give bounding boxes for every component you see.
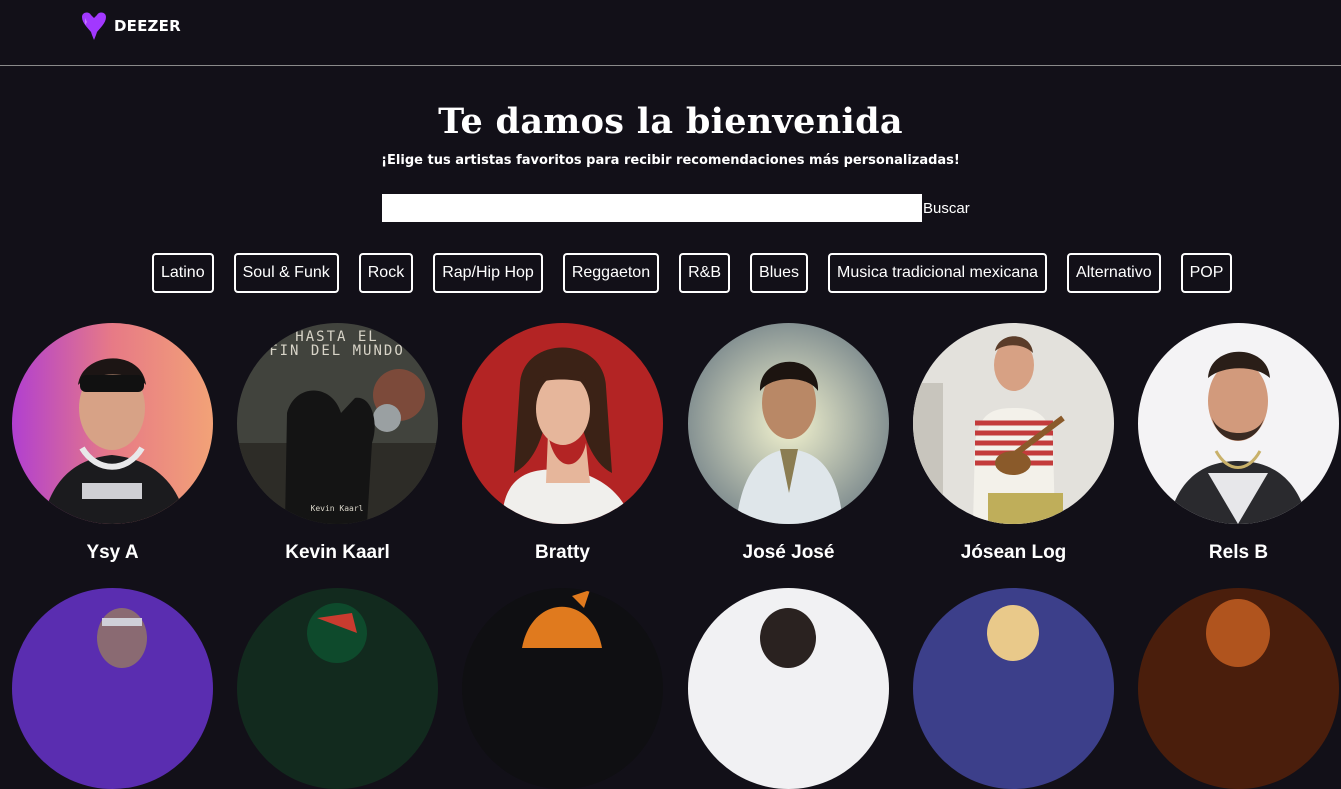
artist-card[interactable]: Jósean Log — [913, 323, 1114, 565]
genre-chip-pop[interactable]: POP — [1180, 253, 1233, 293]
genre-chip-latino[interactable]: Latino — [152, 253, 214, 293]
artist-card[interactable] — [1138, 588, 1339, 789]
genre-chip-rock[interactable]: Rock — [358, 253, 414, 293]
artist-name: Bratty — [535, 542, 590, 563]
artist-card[interactable] — [688, 588, 889, 789]
artist-name: Rels B — [1208, 542, 1269, 563]
artist-photo[interactable] — [12, 588, 213, 789]
artist-photo[interactable] — [462, 323, 663, 524]
genre-filters: Latino Soul & Funk Rock Rap/Hip Hop Regg… — [152, 253, 1233, 293]
search-input[interactable] — [382, 194, 922, 222]
search-button[interactable]: Buscar — [922, 200, 970, 217]
genre-chip-musica-tradicional-mexicana[interactable]: Musica tradicional mexicana — [828, 253, 1048, 293]
album-cover-image: HASTA EL FIN DEL MUNDO Kevin Kaarl — [237, 323, 438, 524]
genre-chip-blues[interactable]: Blues — [750, 253, 809, 293]
artist-photo[interactable]: HASTA EL FIN DEL MUNDO Kevin Kaarl — [237, 323, 438, 524]
artist-photo[interactable] — [12, 323, 213, 524]
artist-name: Jósean Log — [960, 542, 1067, 563]
artist-name: José José — [742, 542, 835, 563]
search-bar: Buscar — [382, 194, 970, 222]
artist-photo[interactable] — [1138, 323, 1339, 524]
artist-portrait-image — [12, 323, 213, 524]
artist-photo[interactable] — [913, 588, 1114, 789]
artist-portrait-image — [913, 588, 1114, 789]
artist-portrait-image — [1138, 588, 1339, 789]
genre-chip-alternativo[interactable]: Alternativo — [1067, 253, 1161, 293]
svg-text:Kevin Kaarl: Kevin Kaarl — [311, 504, 364, 513]
artist-portrait-image — [913, 323, 1114, 524]
artist-name: Ysy A — [86, 542, 139, 563]
artist-portrait-image — [688, 588, 889, 789]
artist-photo[interactable] — [913, 323, 1114, 524]
artist-portrait-image — [1138, 323, 1339, 524]
artist-portrait-image — [688, 323, 889, 524]
artist-portrait-image — [462, 323, 663, 524]
artist-photo[interactable] — [688, 323, 889, 524]
page-subtitle: ¡Elige tus artistas favoritos para recib… — [381, 153, 960, 168]
artist-card[interactable]: José José — [688, 323, 889, 565]
heart-logo-icon — [82, 12, 106, 40]
artist-name: Kevin Kaarl — [285, 542, 390, 563]
page-title: Te damos la bienvenida — [438, 101, 903, 142]
artist-photo[interactable] — [688, 588, 889, 789]
genre-chip-soul-funk[interactable]: Soul & Funk — [233, 253, 339, 293]
artist-portrait-image — [462, 588, 663, 789]
deezer-logo[interactable]: DEEZER — [80, 11, 181, 41]
artist-portrait-image — [12, 588, 213, 789]
artist-photo[interactable] — [237, 588, 438, 789]
artist-card[interactable]: Bratty — [462, 323, 663, 565]
top-bar: DEEZER — [0, 0, 1341, 66]
svg-text:FIN DEL MUNDO: FIN DEL MUNDO — [269, 343, 405, 359]
welcome-section: Te damos la bienvenida ¡Elige tus artist… — [0, 98, 1341, 170]
genre-chip-reggaeton[interactable]: Reggaeton — [562, 253, 660, 293]
artist-card[interactable] — [913, 588, 1114, 789]
artist-card[interactable]: HASTA EL FIN DEL MUNDO Kevin Kaarl Kevin… — [237, 323, 438, 565]
artist-photo[interactable] — [1138, 588, 1339, 789]
artist-photo[interactable] — [462, 588, 663, 789]
artist-card[interactable] — [12, 588, 213, 789]
artist-portrait-image — [237, 588, 438, 789]
brand-name: DEEZER — [114, 17, 181, 35]
genre-chip-rap-hip-hop[interactable]: Rap/Hip Hop — [433, 253, 543, 293]
artist-card[interactable]: Ysy A — [12, 323, 213, 565]
genre-chip-rnb[interactable]: R&B — [679, 253, 731, 293]
artist-card[interactable]: Rels B — [1138, 323, 1339, 565]
artist-card[interactable] — [237, 588, 438, 789]
artist-card[interactable] — [462, 588, 663, 789]
